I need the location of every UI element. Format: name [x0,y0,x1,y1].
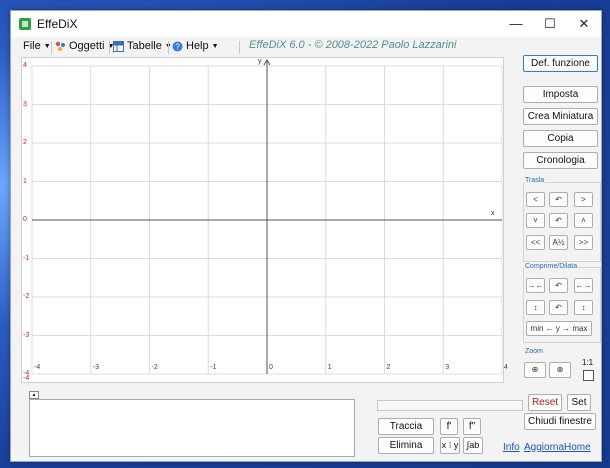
imposta-button[interactable]: Imposta [523,86,598,103]
trasla-reset-button[interactable]: A½ [549,235,568,250]
crea-miniatura-button[interactable]: Crea Miniatura [523,108,598,125]
y-tick-label: 1 [23,177,27,185]
y-tick-label: -3 [23,331,30,339]
y-tick-label: -1 [23,254,30,262]
menu-separator [239,41,240,54]
def-funzione-button[interactable]: Def. funzione [523,55,598,72]
first-derivative-button[interactable]: f' [440,418,458,435]
second-derivative-button[interactable]: f" [463,418,481,435]
x-tick-label: 1 [327,364,332,371]
comprime-undo-vertical-button[interactable]: ↶ [549,300,568,315]
trasla-undo-vertical-button[interactable]: ↶ [549,213,568,228]
menu-tabelle-label: Tabelle [127,40,162,52]
svg-text:?: ? [175,42,180,51]
home-link[interactable]: Home [564,442,591,453]
expand-panel-toggle[interactable]: ▲ [29,391,39,399]
function-text-area[interactable] [29,399,355,457]
y-tick-label: -2 [23,293,30,300]
maximize-button[interactable]: ☐ [533,11,567,37]
plot-grid [31,59,503,375]
app-logo-icon [19,18,31,30]
y-axis-label: y [258,58,262,65]
xy-table-button[interactable]: x ⁝ y [440,437,460,454]
y-tick-label: 0 [23,216,27,223]
y-tick-label: 2 [23,139,27,146]
info-link[interactable]: Info [503,442,520,453]
trasla-label: Trasla [524,177,546,184]
menu-help[interactable]: ? Help ▼ [172,40,219,52]
reset-button[interactable]: Reset [528,394,562,411]
traccia-button[interactable]: Traccia [378,418,434,435]
x-tick-label: -3 [92,364,99,371]
aggiorna-link[interactable]: Aggiorna [524,442,564,453]
x-tick-label: 0 [269,364,273,371]
objects-icon [55,41,65,51]
trasla-down-button[interactable]: ˅ [526,213,545,228]
menu-file[interactable]: File ▼ [23,40,51,52]
credit-text: EffeDiX 6.0 - © 2008-2022 Paolo Lazzarin… [249,39,457,51]
menu-file-label: File [23,40,41,52]
x-axis-label: x [491,210,495,217]
table-icon [113,40,124,52]
y-tick-label: 4 [23,62,27,69]
menu-separator [51,41,52,54]
chevron-down-icon: ▼ [211,42,219,50]
trasla-right-button[interactable]: > [574,192,593,207]
y-tick-label-extra: -4 [23,375,30,382]
menu-oggetti[interactable]: Oggetti ▼ [55,40,114,52]
set-button[interactable]: Set [567,394,591,411]
trasla-far-right-button[interactable]: >> [574,235,593,250]
x-tick-label: -2 [151,364,158,371]
compress-vertical-button[interactable]: ↕ [526,300,545,315]
integral-button[interactable]: ∫ab [463,437,483,454]
x-tick-label: -4 [34,364,41,371]
chiudi-finestre-button[interactable]: Chiudi finestre [524,413,596,430]
x-tick-label: 2 [386,364,391,371]
zoom-out-button[interactable]: ⊕ [524,362,546,378]
menu-separator [168,41,169,54]
menu-separator [109,41,110,54]
zoom-ratio-label: 1:1 [582,358,594,367]
trasla-far-left-button[interactable]: << [526,235,545,250]
chevron-down-icon: ▼ [43,42,51,50]
min-max-y-button[interactable]: min ← y → max [526,321,592,336]
y-tick-label: 3 [23,100,27,108]
x-tick-label: -1 [210,364,217,371]
app-window: EffeDiX — ☐ ✕ File ▼ Oggetti ▼ Tabelle ▼ [10,10,602,462]
help-icon: ? [172,41,183,51]
zoom-ratio-checkbox[interactable] [583,370,594,381]
cronologia-button[interactable]: Cronologia [523,152,598,169]
plot-area[interactable]: -4 -3 -2 -1 0 1 2 3 4 4 3 2 1 0 -1 -2 -3 -4 -4 x y [21,57,508,383]
menu-help-label: Help [186,40,209,52]
comprime-undo-button[interactable]: ↶ [549,278,568,293]
trasla-up-button[interactable]: ˄ [574,213,593,228]
trasla-undo-button[interactable]: ↶ [549,192,568,207]
elimina-button[interactable]: Elimina [378,437,434,454]
status-strip [377,400,523,411]
compress-horizontal-button[interactable]: →← [526,278,545,293]
close-button[interactable]: ✕ [567,11,601,37]
menu-tabelle[interactable]: Tabelle ▼ [113,40,172,52]
expand-vertical-button[interactable]: ↕ [574,300,593,315]
title-bar: EffeDiX — ☐ ✕ [11,11,601,37]
expand-horizontal-button[interactable]: ←→ [574,278,593,293]
copia-button[interactable]: Copia [523,130,598,147]
window-title: EffeDiX [37,17,78,31]
x-tick-label: 3 [445,364,450,371]
minimize-button[interactable]: — [499,11,533,37]
trasla-left-button[interactable]: < [526,192,545,207]
menu-oggetti-label: Oggetti [69,40,105,52]
x-tick-label: 4 [504,364,508,371]
comprime-label: Comprime/Dilata [524,263,579,270]
zoom-label: Zoom [524,348,544,355]
zoom-in-button[interactable]: ⊗ [549,362,571,378]
